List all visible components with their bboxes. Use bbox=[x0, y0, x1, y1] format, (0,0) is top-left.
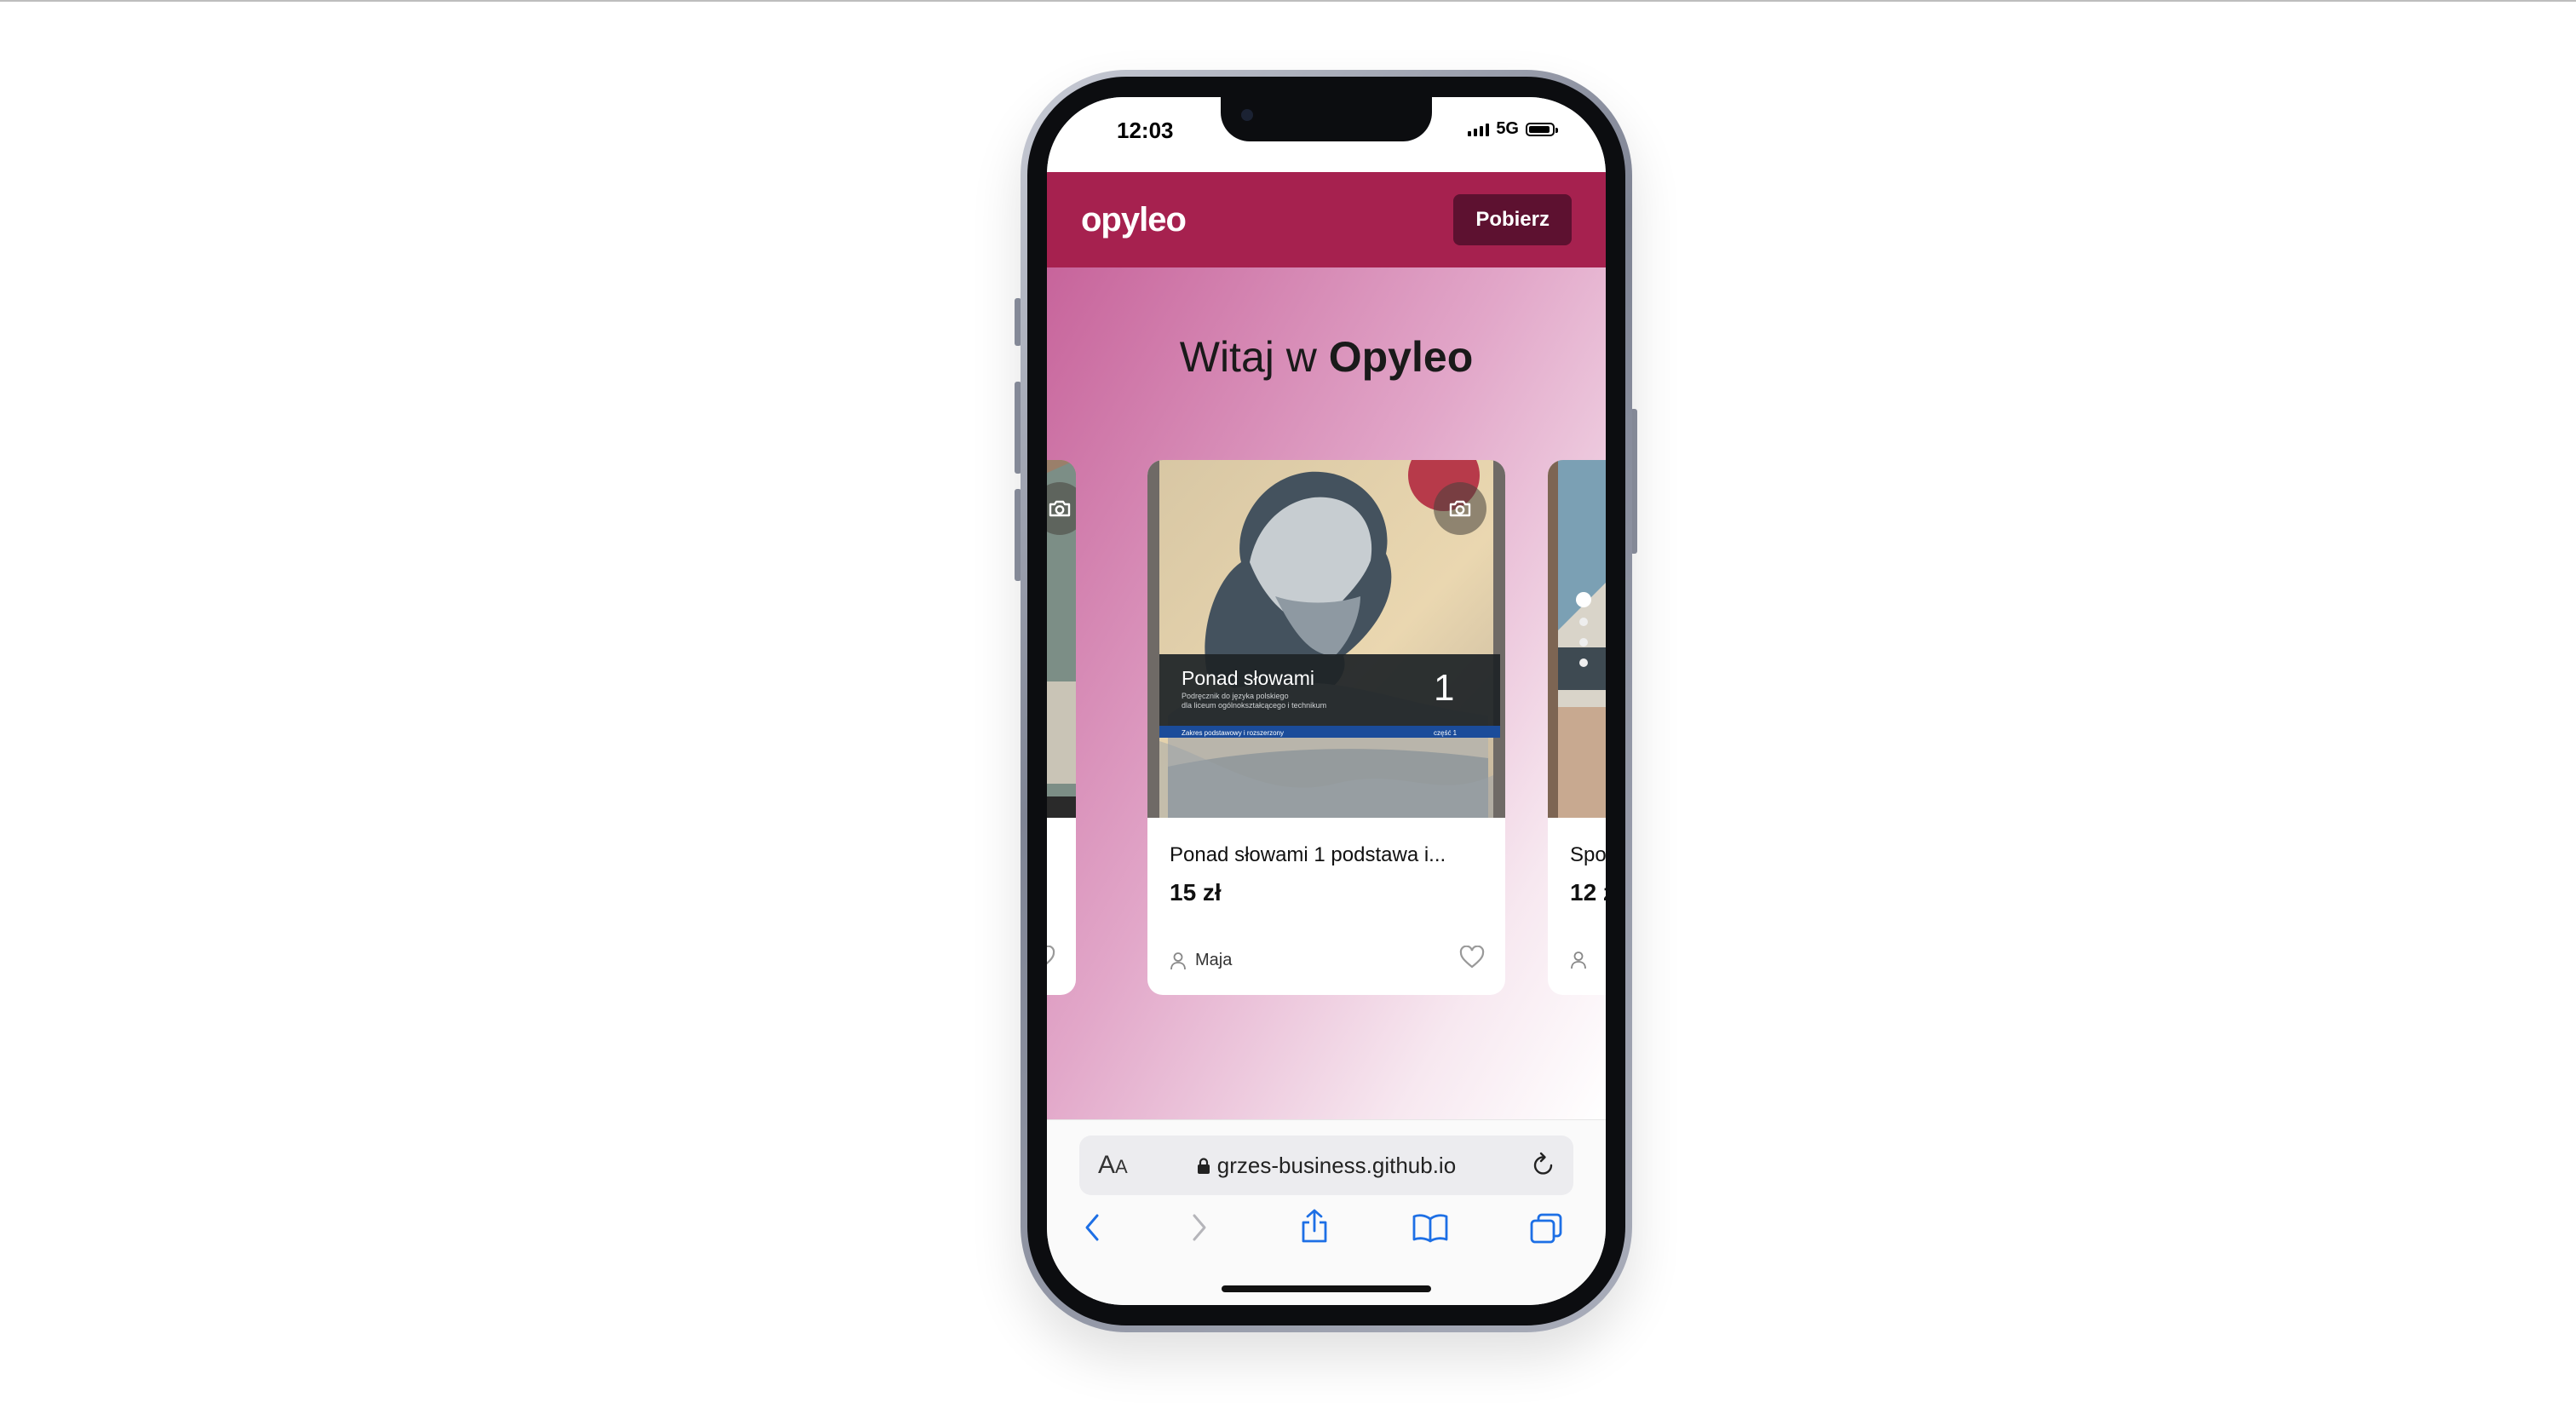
welcome-brand: Opyleo bbox=[1328, 333, 1474, 381]
camera-icon bbox=[1449, 500, 1471, 517]
phone-screen: 12:03 5G opyleo Pobierz Witaj w Opyleo P… bbox=[1047, 97, 1606, 1305]
favorite-button[interactable] bbox=[1459, 945, 1485, 974]
browser-navigation bbox=[1047, 1209, 1606, 1263]
favorite-button[interactable] bbox=[1047, 945, 1055, 974]
welcome-prefix: Witaj w bbox=[1179, 333, 1329, 381]
welcome-heading: Witaj w Opyleo bbox=[1047, 332, 1606, 382]
heart-icon bbox=[1459, 945, 1485, 969]
listing-title: Spo bbox=[1570, 843, 1606, 866]
status-time: 12:03 bbox=[1117, 118, 1174, 143]
url-text: grzes-business.github.io bbox=[1216, 1153, 1457, 1178]
signal-icon bbox=[1468, 123, 1490, 136]
back-button[interactable] bbox=[1083, 1212, 1101, 1247]
chevron-right-icon bbox=[1193, 1214, 1206, 1241]
front-camera bbox=[1241, 109, 1253, 121]
listing-image bbox=[1047, 460, 1076, 818]
lock-icon bbox=[1197, 1158, 1210, 1174]
book-cover-number: 1 bbox=[1434, 667, 1454, 709]
book-cover-title: Ponad słowami bbox=[1182, 667, 1314, 689]
tabs-button[interactable] bbox=[1529, 1212, 1563, 1249]
home-indicator[interactable] bbox=[1222, 1285, 1431, 1292]
book-cover-subtitle-2: dla liceum ogólnokształcącego i techniku… bbox=[1182, 701, 1326, 710]
address-bar[interactable]: AA grzes-business.github.io bbox=[1079, 1136, 1573, 1195]
user-icon bbox=[1170, 952, 1186, 969]
listing-card-previous[interactable] bbox=[1047, 460, 1076, 995]
reload-icon bbox=[1533, 1152, 1553, 1175]
network-type: 5G bbox=[1496, 119, 1519, 138]
url-display[interactable]: grzes-business.github.io bbox=[1079, 1153, 1573, 1179]
bookmarks-button[interactable] bbox=[1412, 1212, 1449, 1247]
book-icon bbox=[1412, 1214, 1448, 1243]
book-cover-subtitle: Podręcznik do języka polskiego bbox=[1182, 692, 1289, 700]
reload-button[interactable] bbox=[1531, 1151, 1556, 1182]
app-logo[interactable]: opyleo bbox=[1081, 201, 1187, 239]
photo-camera-button[interactable] bbox=[1047, 482, 1076, 535]
app-header: opyleo Pobierz bbox=[1047, 172, 1606, 267]
listing-card-next[interactable]: Spo 12 z bbox=[1548, 460, 1606, 995]
share-icon bbox=[1302, 1209, 1327, 1243]
seller-info: Maja bbox=[1170, 951, 1232, 970]
chevron-left-icon bbox=[1085, 1214, 1099, 1241]
notch bbox=[1221, 97, 1432, 141]
forward-button[interactable] bbox=[1190, 1212, 1209, 1247]
main-content: Witaj w Opyleo Ponad słowami Podręcznik … bbox=[1047, 267, 1606, 1119]
book-cover-part: część 1 bbox=[1434, 729, 1458, 737]
status-indicators: 5G bbox=[1468, 119, 1558, 139]
heart-icon bbox=[1047, 945, 1055, 965]
listing-price: 15 zł bbox=[1170, 879, 1222, 906]
listing-price: 12 z bbox=[1570, 879, 1606, 906]
listing-card[interactable]: Ponad słowami Podręcznik do języka polsk… bbox=[1147, 460, 1505, 995]
listing-title: Ponad słowami 1 podstawa i... bbox=[1170, 843, 1446, 866]
share-button[interactable] bbox=[1299, 1207, 1330, 1249]
download-button[interactable]: Pobierz bbox=[1453, 194, 1572, 245]
user-icon bbox=[1571, 952, 1586, 969]
safari-toolbar: AA grzes-business.github.io bbox=[1047, 1119, 1606, 1305]
listing-image: Ponad słowami Podręcznik do języka polsk… bbox=[1147, 460, 1505, 818]
tabs-icon bbox=[1530, 1213, 1562, 1244]
battery-icon bbox=[1526, 122, 1558, 136]
seller-info bbox=[1570, 951, 1587, 969]
book-cover-scope: Zakres podstawowy i rozszerzony bbox=[1182, 729, 1284, 737]
seller-name: Maja bbox=[1195, 951, 1233, 969]
photo-camera-button[interactable] bbox=[1434, 482, 1486, 535]
camera-icon bbox=[1049, 500, 1071, 517]
listing-image bbox=[1548, 460, 1606, 818]
top-border bbox=[0, 0, 2576, 2]
